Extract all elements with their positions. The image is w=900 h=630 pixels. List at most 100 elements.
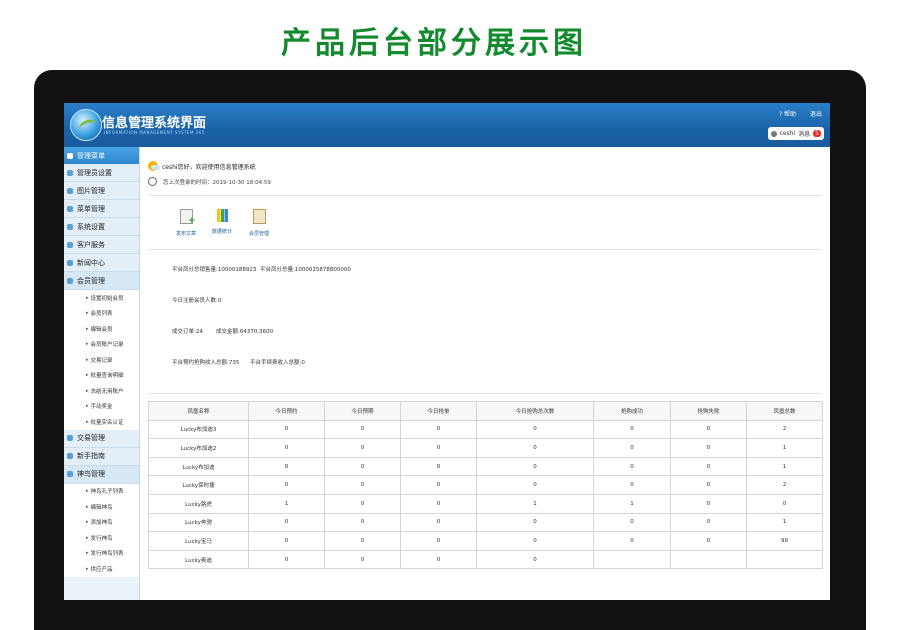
- sidebar-menu-head[interactable]: 管理菜单: [64, 147, 139, 164]
- sidebar-item[interactable]: 发行神鸟: [64, 530, 139, 546]
- column-header: 今日预约: [248, 401, 325, 421]
- table-cell: 1: [476, 493, 594, 514]
- sidebar-group-label: 系统设置: [77, 222, 105, 231]
- table-cell: 1: [593, 493, 671, 514]
- bar-chart-icon: [216, 209, 228, 222]
- table-cell: 0: [476, 531, 594, 551]
- table-cell: 0: [324, 419, 401, 440]
- table-cell: [593, 549, 671, 570]
- globe-logo-icon: [70, 109, 102, 141]
- table-cell: 0: [670, 475, 747, 495]
- sidebar-item[interactable]: 批量实名认证: [64, 414, 139, 430]
- table-cell: Lucky保时捷: [148, 475, 249, 495]
- sidebar-item[interactable]: 会员列表: [64, 305, 139, 321]
- column-header: 今日预期: [324, 401, 401, 421]
- table-cell: 1: [746, 456, 823, 477]
- sidebar-item[interactable]: 批量查询明细: [64, 367, 139, 383]
- sidebar-group-groups_mid-0[interactable]: 交易管理: [64, 429, 139, 448]
- sidebar-group-label: 交易管理: [77, 434, 105, 442]
- table-cell: Lucky宝马: [148, 531, 249, 551]
- table-row: Lucky布加迪2 0 0 0 0 0 0 1: [148, 438, 823, 458]
- sidebar-group-groups_top-3[interactable]: 系统设置: [64, 218, 139, 236]
- table-cell: Lucky布加迪2: [148, 438, 249, 458]
- sidebar-item[interactable]: 冻结无用账户: [64, 383, 139, 399]
- system-title: 信息管理系统界面: [102, 116, 207, 131]
- table-cell: 0: [248, 531, 325, 551]
- logout-link[interactable]: 退出: [810, 111, 822, 118]
- quick-link-members[interactable]: 会员管理: [239, 209, 279, 237]
- table-cell: 0: [324, 493, 401, 514]
- sidebar-group-member[interactable]: 会员管理: [64, 272, 139, 290]
- sidebar-item[interactable]: 发行神鸟列表: [64, 545, 139, 561]
- clock-icon: [148, 177, 157, 186]
- member-card-icon: [252, 209, 266, 224]
- folder-icon: [67, 241, 73, 248]
- folder-icon: [67, 471, 73, 477]
- table-cell: 0: [670, 456, 747, 477]
- sidebar-group-groups_mid-1[interactable]: 新手指南: [64, 447, 139, 466]
- add-document-icon: [179, 209, 196, 226]
- divider: [148, 249, 822, 250]
- table-cell: 0: [476, 475, 594, 495]
- stat-amount: 成交金额:64370.3600: [216, 329, 274, 335]
- table-cell: 0: [593, 512, 671, 533]
- sidebar-item[interactable]: 供应产品: [64, 561, 139, 577]
- sidebar: 管理菜单 管理员设置图片管理菜单管理系统设置客户服务新闻中心 会员管理 设置初始…: [64, 147, 140, 600]
- app-screen: 信息管理系统界面 INFORMATION MANAGEMENT SYSTEM 3…: [64, 103, 830, 600]
- sidebar-group-groups_top-5[interactable]: 新闻中心: [64, 254, 139, 272]
- table-cell: 0: [400, 549, 477, 570]
- folder-icon: [67, 169, 73, 176]
- table-cell: 0: [593, 438, 671, 458]
- table-cell: 0: [324, 512, 401, 533]
- table-cell: 0: [324, 549, 401, 570]
- sidebar-item[interactable]: 编辑会员: [64, 321, 139, 337]
- table-cell: 0: [670, 512, 747, 533]
- table-cell: 0: [248, 456, 325, 477]
- welcome-text: ceshi您好，欢迎使用信息管理系统: [162, 163, 256, 171]
- sidebar-group-groups_top-4[interactable]: 客户服务: [64, 236, 139, 254]
- sidebar-group-groups_top-2[interactable]: 菜单管理: [64, 200, 139, 218]
- table-cell: Lucky奥迪: [148, 549, 249, 570]
- table-cell: 0: [324, 438, 401, 458]
- table-cell: 0: [593, 419, 671, 440]
- sidebar-item[interactable]: 会员账户记录: [64, 336, 139, 352]
- table-cell: 0: [593, 456, 671, 477]
- table-row: Lucky布加迪 0 0 0 0 0 0 1: [148, 456, 823, 477]
- table-cell: 0: [324, 531, 401, 551]
- sidebar-group-label: 新手指南: [77, 452, 105, 460]
- messages-label[interactable]: 消息: [798, 129, 810, 138]
- quick-link-stats[interactable]: 数据统计: [202, 209, 242, 235]
- sidebar-item[interactable]: 神鸟孔子列表: [64, 483, 139, 499]
- sidebar-item[interactable]: 交易记录: [64, 352, 139, 368]
- sidebar-item[interactable]: 设置初始会员: [64, 290, 139, 306]
- sidebar-group-label: 菜单管理: [77, 204, 105, 213]
- sidebar-item[interactable]: 添加神鸟: [64, 514, 139, 530]
- table-cell: 0: [400, 512, 477, 533]
- sidebar-group-groups_top-1[interactable]: 图片管理: [64, 182, 139, 200]
- table-cell: Lucky布加迪: [148, 456, 249, 477]
- table-cell: 0: [248, 512, 325, 533]
- table-row: Lucky奥迪 0 0 0 0: [148, 549, 823, 570]
- sidebar-item[interactable]: 手动奖金: [64, 398, 139, 414]
- table-cell: 0: [400, 493, 477, 514]
- main-content: ceshi您好，欢迎使用信息管理系统 您上次登录的时间：2019-10-30 1…: [140, 147, 830, 600]
- sidebar-group-label: 客户服务: [77, 240, 105, 249]
- table-cell: 1: [248, 493, 325, 514]
- stat-bird-total-value: 平台凤分总量:1000015878800000: [260, 267, 351, 273]
- table-cell: 0: [476, 438, 594, 458]
- table-cell: 0: [248, 549, 325, 570]
- quick-link-publish[interactable]: 发布文章: [166, 209, 206, 237]
- column-header: 凤凰名称: [148, 401, 249, 421]
- sidebar-group-label: 新闻中心: [77, 258, 105, 267]
- last-login-row: 您上次登录的时间：2019-10-30 18:04:59: [148, 177, 271, 186]
- user-box[interactable]: ceshi 消息 5: [767, 127, 824, 140]
- table-cell: 0: [670, 438, 747, 458]
- folder-icon: [67, 223, 73, 230]
- sidebar-group-groups_top-0[interactable]: 管理员设置: [64, 164, 139, 182]
- help-link[interactable]: ? 帮助: [779, 111, 796, 118]
- sidebar-item[interactable]: 编辑神鸟: [64, 499, 139, 515]
- table-cell: 0: [324, 475, 401, 495]
- sidebar-group-bird[interactable]: 神鸟管理: [64, 465, 139, 484]
- system-header: 信息管理系统界面 INFORMATION MANAGEMENT SYSTEM 3…: [64, 103, 830, 147]
- username: ceshi: [779, 130, 796, 137]
